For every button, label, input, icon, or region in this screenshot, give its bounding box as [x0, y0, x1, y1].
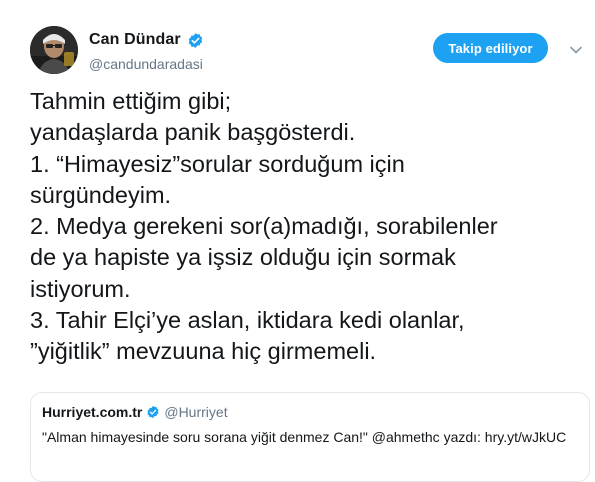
chevron-down-icon[interactable]	[568, 43, 584, 55]
verified-badge-icon	[146, 405, 160, 419]
avatar[interactable]	[30, 26, 78, 74]
quoted-tweet-card[interactable]: Hurriyet.com.tr @Hurriyet "Alman himayes…	[30, 392, 590, 482]
tweet-text-line: Tahmin ettiğim gibi;	[30, 88, 232, 114]
avatar-image	[30, 26, 78, 74]
tweet-text-line: ”yiğitlik” mevzuuna hiç girmemeli.	[30, 338, 377, 365]
quoted-tweet-handle: @Hurriyet	[164, 404, 228, 420]
tweet: Can Dündar @candundaradasi Takip ediliyo…	[0, 0, 595, 482]
tweet-text-line: de ya hapiste ya işsiz olduğu için sorma…	[30, 244, 456, 271]
tweet-text: Tahmin ettiğim gibi; yandaşlarda panik b…	[30, 86, 590, 368]
author-info: Can Dündar @candundaradasi	[89, 30, 204, 72]
tweet-text-line: 2. Medya gerekeni sor(a)madığı, sorabile…	[30, 213, 498, 240]
quoted-tweet-header: Hurriyet.com.tr @Hurriyet	[42, 404, 228, 420]
tweet-text-line: yandaşlarda panik başgösterdi.	[30, 119, 356, 146]
author-name-row: Can Dündar	[89, 30, 204, 50]
author-handle[interactable]: @candundaradasi	[89, 56, 204, 72]
tweet-text-line: 3. Tahir Elçi’ye aslan, iktidara kedi ol…	[30, 307, 465, 334]
quoted-tweet-text: "Alman himayesinde soru sorana yiğit den…	[42, 429, 567, 445]
quoted-tweet-display-name: Hurriyet.com.tr	[42, 404, 143, 420]
tweet-text-line: sürgündeyim.	[30, 181, 172, 208]
following-button[interactable]: Takip ediliyor	[433, 33, 548, 63]
tweet-text-line: 1. “Himayesiz”sorular sorduğum için	[30, 150, 405, 177]
verified-badge-icon	[187, 32, 204, 49]
author-display-name[interactable]: Can Dündar	[89, 31, 181, 49]
tweet-text-line: istiyorum.	[30, 275, 131, 302]
